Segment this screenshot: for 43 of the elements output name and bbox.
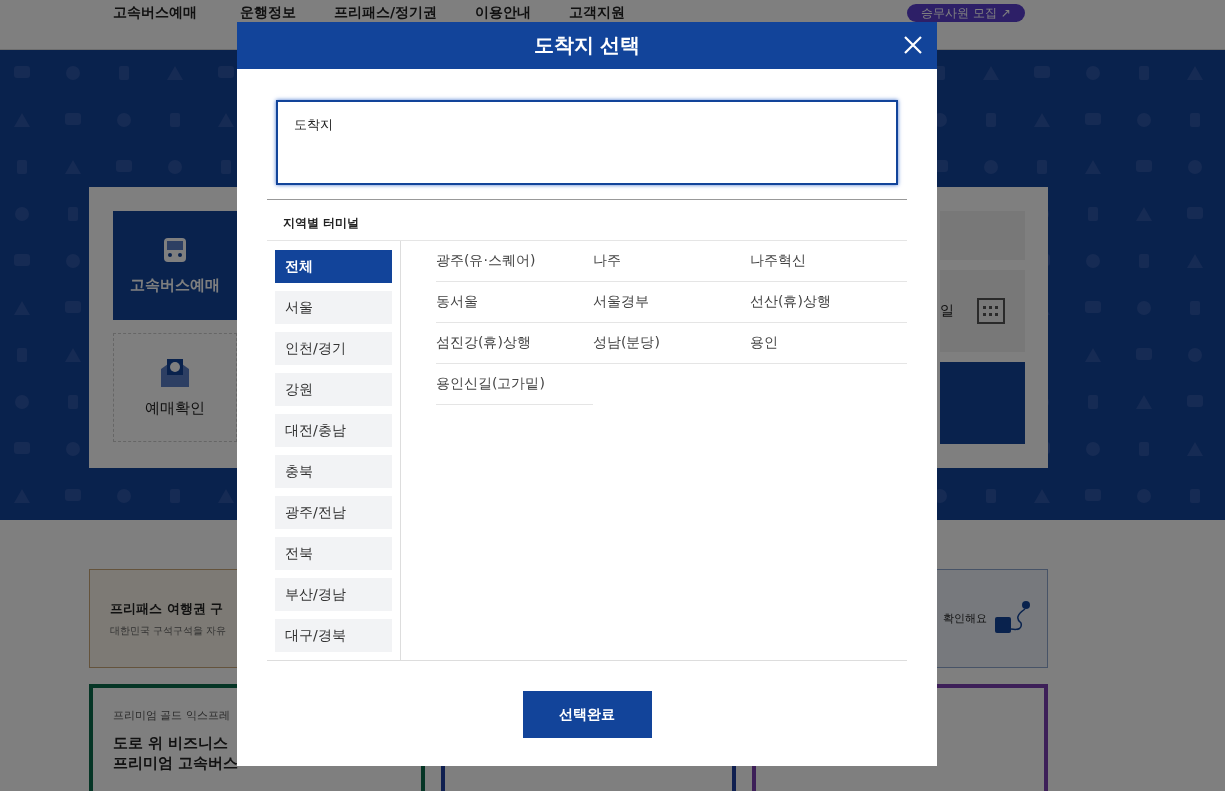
destination-field[interactable]: 도착지 — [276, 100, 898, 185]
promo-description: 대한민국 구석구석을 자유 — [110, 623, 227, 638]
search-button[interactable] — [940, 361, 1025, 444]
envelope-check-icon — [159, 357, 191, 389]
recruit-button[interactable]: 승무사원 모집 ↗ — [907, 4, 1025, 22]
region-tab[interactable]: 전체 — [275, 250, 392, 283]
terminal-item[interactable]: 동서울 — [436, 282, 593, 323]
confirm-button[interactable]: 선택완료 — [522, 691, 652, 738]
region-tab[interactable]: 광주/전남 — [275, 496, 392, 529]
date-field[interactable]: 일 — [940, 269, 1025, 352]
close-button[interactable] — [903, 35, 923, 55]
terminal-item[interactable]: 섬진강(휴)상행 — [436, 323, 593, 364]
region-tab[interactable]: 서울 — [275, 291, 392, 324]
region-tab[interactable]: 부산/경남 — [275, 578, 392, 611]
region-tab[interactable]: 대구/경북 — [275, 619, 392, 652]
booking-tab[interactable]: 고속버스예매 — [113, 211, 237, 320]
terminal-item[interactable]: 용인 — [750, 323, 907, 364]
card-eyebrow: 프리미엄 골드 익스프레 — [113, 708, 230, 723]
nav-link[interactable]: 이용안내 — [475, 4, 532, 20]
card-title: 도로 위 비즈니스 — [113, 733, 229, 753]
card-title: 프리미엄 고속버스 — [113, 753, 239, 773]
region-tab[interactable]: 강원 — [275, 373, 392, 406]
region-tab[interactable]: 인천/경기 — [275, 332, 392, 365]
terminal-item[interactable]: 서울경부 — [593, 282, 750, 323]
section-title: 지역별 터미널 — [267, 200, 907, 241]
terminal-item[interactable]: 나주혁신 — [750, 241, 907, 282]
terminal-item[interactable]: 용인신길(고가밑) — [436, 364, 593, 405]
terminal-item[interactable]: 성남(분당) — [593, 323, 750, 364]
modal-title: 도착지 선택 — [533, 32, 641, 59]
terminal-item[interactable]: 나주 — [593, 241, 750, 282]
nav-link[interactable]: 운행정보 — [240, 4, 296, 20]
close-icon — [904, 36, 922, 54]
nav-link[interactable]: 고객지원 — [569, 4, 626, 20]
region-tab[interactable]: 전북 — [275, 537, 392, 570]
region-tab[interactable]: 충북 — [275, 455, 392, 488]
nav-link[interactable]: 프리패스/정기권 — [334, 4, 438, 20]
terminal-item[interactable]: 선산(휴)상행 — [750, 282, 907, 323]
promo-description: 확인해요 — [943, 611, 987, 626]
promo-title: 프리패스 여행권 구 — [110, 599, 224, 618]
site-logo[interactable]: 고속버스예매 — [113, 4, 240, 20]
calendar-icon — [977, 297, 1005, 324]
region-tab[interactable]: 대전/충남 — [275, 414, 392, 447]
terminal-item[interactable]: 광주(유·스퀘어) — [436, 241, 593, 282]
